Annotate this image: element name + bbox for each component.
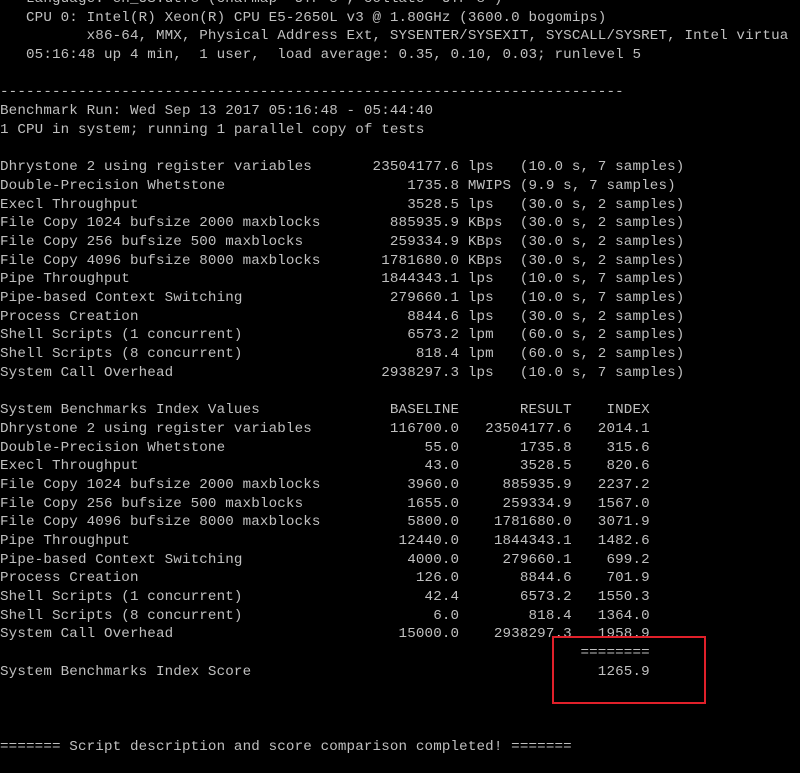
terminal-line: ----------------------------------------… (0, 84, 624, 101)
terminal-line: Pipe Throughput 12440.0 1844343.1 1482.6 (0, 532, 650, 549)
terminal-line: ======== (0, 645, 650, 662)
terminal-line: 05:16:48 up 4 min, 1 user, load average:… (0, 47, 642, 64)
terminal-line: File Copy 1024 bufsize 2000 maxblocks 88… (0, 215, 685, 232)
terminal-line: ======= Script description and score com… (0, 738, 572, 755)
terminal-line: Process Creation 8844.6 lps (30.0 s, 2 s… (0, 308, 685, 325)
terminal-window[interactable]: Language: en_US.utf8 (charmap="UTF-8", c… (0, 0, 800, 773)
terminal-line: System Call Overhead 2938297.3 lps (10.0… (0, 364, 685, 381)
terminal-line: Execl Throughput 43.0 3528.5 820.6 (0, 458, 650, 475)
terminal-line: File Copy 4096 bufsize 8000 maxblocks 58… (0, 514, 650, 531)
terminal-line: Double-Precision Whetstone 55.0 1735.8 3… (0, 439, 650, 456)
terminal-line: Dhrystone 2 using register variables 116… (0, 420, 650, 437)
terminal-line: Dhrystone 2 using register variables 235… (0, 159, 685, 176)
terminal-line: Shell Scripts (1 concurrent) 42.4 6573.2… (0, 589, 650, 605)
terminal-line: Pipe-based Context Switching 4000.0 2796… (0, 551, 650, 568)
terminal-line: System Call Overhead 15000.0 2938297.3 1… (0, 626, 650, 643)
terminal-line: Pipe Throughput 1844343.1 lps (10.0 s, 7… (0, 271, 685, 288)
terminal-line: System Benchmarks Index Score 1265.9 (0, 663, 650, 680)
terminal-line: Execl Throughput 3528.5 lps (30.0 s, 2 s… (0, 196, 685, 213)
terminal-line: Shell Scripts (8 concurrent) 818.4 lpm (… (0, 346, 685, 363)
terminal-line: System Benchmarks Index Values BASELINE … (0, 402, 650, 419)
terminal-line: Language: en_US.utf8 (charmap="UTF-8", c… (0, 0, 800, 9)
terminal-line: CPU 0: Intel(R) Xeon(R) CPU E5-2650L v3 … (0, 9, 607, 26)
terminal-line: x86-64, MMX, Physical Address Ext, SYSEN… (0, 28, 789, 45)
terminal-line: File Copy 1024 bufsize 2000 maxblocks 39… (0, 476, 650, 493)
terminal-line: Process Creation 126.0 8844.6 701.9 (0, 570, 650, 587)
terminal-line: Double-Precision Whetstone 1735.8 MWIPS … (0, 177, 676, 194)
terminal-line: Benchmark Run: Wed Sep 13 2017 05:16:48 … (0, 103, 434, 120)
terminal-line: File Copy 256 bufsize 500 maxblocks 2593… (0, 233, 685, 250)
terminal-line: File Copy 256 bufsize 500 maxblocks 1655… (0, 495, 650, 512)
terminal-line: 1 CPU in system; running 1 parallel copy… (0, 121, 425, 138)
terminal-line: Shell Scripts (8 concurrent) 6.0 818.4 1… (0, 607, 650, 624)
terminal-line: Shell Scripts (1 concurrent) 6573.2 lpm … (0, 327, 685, 344)
terminal-line: File Copy 4096 bufsize 8000 maxblocks 17… (0, 252, 685, 269)
terminal-line: Pipe-based Context Switching 279660.1 lp… (0, 290, 685, 306)
